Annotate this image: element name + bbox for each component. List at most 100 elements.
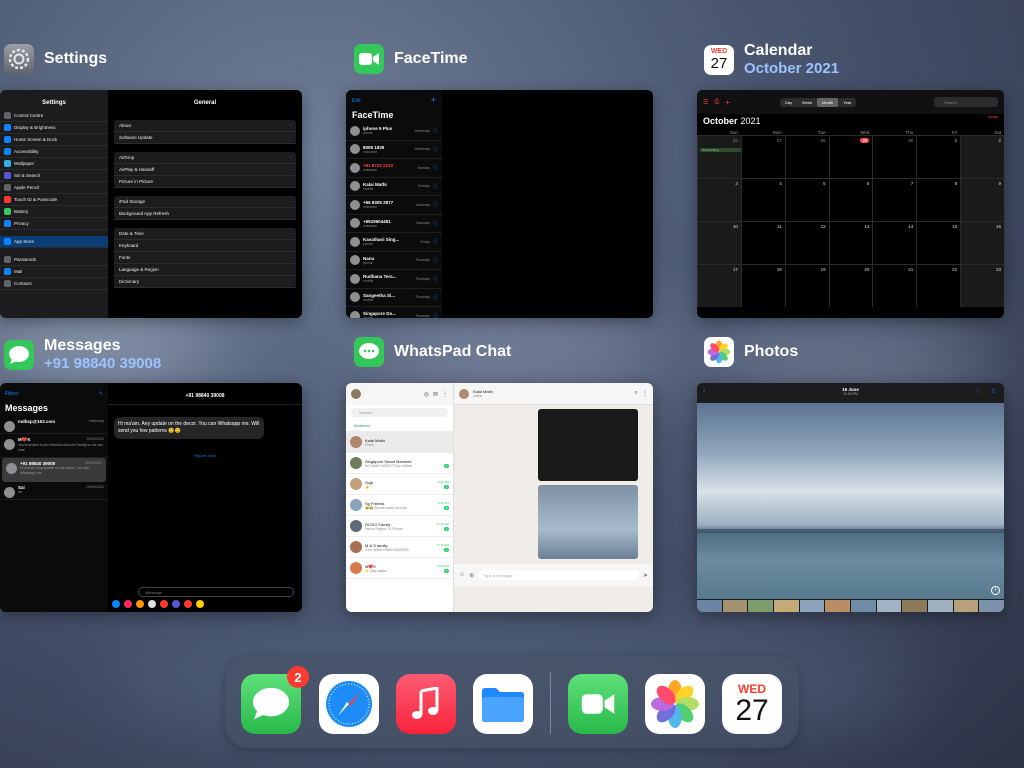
settings-row[interactable]: AirPlay & Handoff › — [114, 164, 296, 176]
info-icon[interactable]: ⓘ — [433, 312, 438, 318]
settings-sidebar-item[interactable]: Touch ID & Passcode — [0, 194, 108, 206]
add-icon[interactable]: + — [431, 96, 436, 105]
chat-avatar[interactable] — [459, 388, 469, 399]
settings-sidebar-item[interactable]: Apple Pencil — [0, 182, 108, 194]
calendar-day-cell[interactable]: 1 — [916, 136, 961, 178]
settings-sidebar-item[interactable]: Contacts — [0, 278, 108, 290]
compose-icon[interactable]: ✎ — [99, 391, 103, 397]
sticker-icon[interactable] — [196, 600, 204, 608]
whatspad-message-input[interactable]: Type a message — [478, 570, 639, 580]
whatspad-chat-row[interactable]: Sg Friends 9:41 PM 😂😂 Should would up cycl… — [346, 495, 453, 516]
add-event-icon[interactable]: + — [725, 98, 730, 107]
calendar-day-cell[interactable]: 16 — [960, 222, 1004, 264]
calendar-title[interactable]: WED 27 Calendar October 2021 — [704, 42, 839, 77]
animoji-icon[interactable] — [136, 600, 144, 608]
imessage-input[interactable]: iMessage — [138, 587, 294, 597]
info-icon[interactable]: ⓘ — [433, 238, 438, 245]
back-chevron-icon[interactable]: ‹ — [703, 388, 705, 395]
photos-title[interactable]: Photos — [704, 337, 798, 367]
settings-sidebar-item[interactable]: App Store — [0, 236, 108, 248]
calendar-day-cell[interactable]: 6 — [828, 179, 873, 221]
youtube-icon[interactable] — [184, 600, 192, 608]
info-icon[interactable]: i — [991, 586, 1000, 595]
settings-row[interactable]: iPad Storage › — [114, 196, 296, 208]
info-icon[interactable]: ⓘ — [433, 275, 438, 282]
facetime-call-row[interactable]: +91 8722 2210 unknown Monday ⓘ — [346, 159, 442, 178]
archived-row[interactable]: Archived — [346, 420, 453, 432]
calendar-day-cell[interactable]: 30 — [872, 136, 917, 178]
settings-row[interactable]: Background App Refresh › — [114, 208, 296, 220]
messages-title[interactable]: Messages +91 98840 39008 — [4, 337, 161, 372]
facetime-call-row[interactable]: Singapore Do...phoneThursdayⓘ — [346, 307, 442, 318]
calendar-day-cell[interactable]: 4 — [740, 179, 785, 221]
settings-sidebar-item[interactable]: Accessibility — [0, 146, 108, 158]
dock-messages-icon[interactable]: 2 — [241, 666, 309, 734]
new-chat-icon[interactable]: ✉ — [433, 391, 438, 398]
info-icon[interactable]: ⓘ — [433, 146, 438, 153]
calendar-view-week[interactable]: Week — [797, 98, 817, 107]
send-icon[interactable]: ➤ — [643, 572, 648, 579]
info-icon[interactable]: ⓘ — [433, 201, 438, 208]
calendar-view-year[interactable]: Year — [838, 98, 856, 107]
facetime-window[interactable]: Edit + FaceTime iphone 5 Plus phone Yester… — [346, 90, 653, 318]
facetime-call-row[interactable]: Kalai Mathi mobile Sunday ⓘ — [346, 178, 442, 196]
facetime-call-row[interactable]: Rudhana Tera... mobile Thursday ⓘ — [346, 270, 442, 289]
photo-thumbnail-strip[interactable] — [697, 600, 1004, 612]
calendar-day-cell[interactable]: 27 — [740, 136, 785, 178]
settings-sidebar-item[interactable]: Home Screen & Dock — [0, 134, 108, 146]
message-thread[interactable]: mdbsp@163.com Yesterday — [0, 416, 108, 434]
calendar-day-cell[interactable]: 28 — [784, 136, 829, 178]
calendar-day-cell[interactable]: 10 — [697, 222, 741, 264]
profile-avatar[interactable] — [351, 389, 361, 399]
facetime-edit-button[interactable]: Edit — [352, 98, 361, 104]
shared-homescreen-image[interactable] — [538, 485, 638, 559]
calendar-day-cell[interactable]: 14 — [872, 222, 917, 264]
calendar-day-cell[interactable]: 12 — [784, 222, 829, 264]
settings-title[interactable]: Settings — [4, 44, 107, 74]
info-icon[interactable]: ⓘ — [433, 164, 438, 171]
inbox-icon[interactable]: ⎙ — [714, 99, 719, 106]
calendar-day-cell[interactable]: 26 Navratri Beg. — [697, 136, 765, 178]
settings-row[interactable]: Date & Time › — [114, 228, 296, 240]
menu-icon[interactable]: ⋮ — [442, 391, 448, 398]
messages-filters-button[interactable]: Filters — [5, 391, 19, 397]
calendar-day-cell[interactable]: 23 — [960, 265, 1004, 307]
settings-sidebar-item[interactable]: Passwords — [0, 254, 108, 266]
settings-row[interactable]: Software Update › — [114, 132, 296, 144]
memoji-icon[interactable] — [172, 600, 180, 608]
emoji-icon[interactable]: ☺ — [459, 572, 465, 578]
info-icon[interactable]: ⓘ — [433, 220, 438, 227]
dock-photos-icon[interactable] — [645, 674, 705, 734]
settings-row[interactable]: Fonts › — [114, 252, 296, 264]
calendar-window[interactable]: ☰ ⎙ + Day Week Month Year Search October 20… — [697, 90, 1004, 318]
calendar-search-field[interactable]: Search — [934, 97, 998, 107]
message-thread[interactable]: M❤️K 23/09/2021 You're invited to join Mes… — [0, 434, 108, 458]
photos-window[interactable]: ‹ 16 June 11:09 PM ⇪ ♡ i — [697, 383, 1004, 612]
settings-row[interactable]: Picture in Picture › — [114, 176, 296, 188]
settings-window[interactable]: Settings Control Centre Display & Brightn… — [0, 90, 302, 318]
facetime-call-row[interactable]: iphone 5 Plus phone Yesterday ⓘ — [346, 122, 442, 141]
calendar-day-cell[interactable]: 22 — [916, 265, 961, 307]
settings-sidebar-item[interactable]: Wallpaper — [0, 158, 108, 170]
settings-row[interactable]: AirDrop › — [114, 152, 296, 164]
digital-touch-icon[interactable] — [160, 600, 168, 608]
info-icon[interactable]: ⓘ — [433, 183, 438, 190]
facetime-call-row[interactable]: Kavathani Sing... phone Friday ⓘ — [346, 233, 442, 252]
whatspad-title[interactable]: WhatsPad Chat — [354, 337, 511, 367]
whatspad-chat-row[interactable]: M & S family 12:10 AM Kavi: Which Fifteen … — [346, 537, 453, 558]
dock-files-icon[interactable] — [473, 674, 533, 734]
calendar-day-cell[interactable]: 5 — [784, 179, 829, 221]
whatspad-search[interactable]: Search — [351, 408, 448, 417]
music-icon[interactable] — [124, 600, 132, 608]
facetime-call-row[interactable]: Sangeetha Si... mobile Thursday ⓘ — [346, 289, 442, 307]
facetime-call-row[interactable]: +65 9305 2877 unknown Saturday ⓘ — [346, 196, 442, 215]
settings-row[interactable]: About › — [114, 120, 296, 132]
settings-sidebar-item[interactable]: Siri & Search — [0, 170, 108, 182]
calendar-day-cell[interactable]: 29 — [828, 136, 873, 178]
calendar-day-cell[interactable]: 9 — [960, 179, 1004, 221]
settings-sidebar-item[interactable]: Privacy — [0, 218, 108, 230]
status-icon[interactable]: ◎ — [424, 391, 429, 398]
facetime-call-row[interactable]: Nanu phone Thursday ⓘ — [346, 252, 442, 270]
calendar-day-cell[interactable]: 7 — [872, 179, 917, 221]
settings-row[interactable]: Keyboard › — [114, 240, 296, 252]
